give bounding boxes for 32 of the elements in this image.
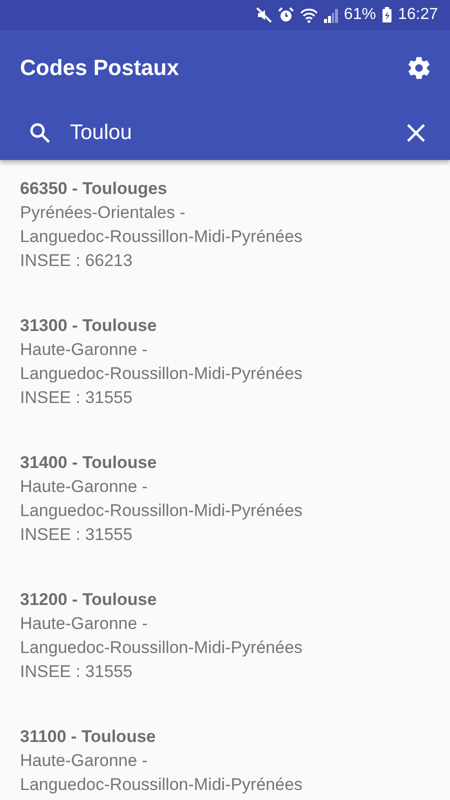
alarm-icon <box>278 7 294 23</box>
region-name: Languedoc-Roussillon-Midi-Pyrénées <box>20 226 304 248</box>
department-name: Haute-Garonne - <box>20 339 149 361</box>
insee-code: INSEE : 31555 <box>20 524 134 546</box>
clock-time: 16:27 <box>398 6 438 24</box>
search-field[interactable]: Toulou <box>0 105 450 160</box>
postal-code-title[interactable]: 31300 - Toulouse <box>20 314 430 338</box>
department-name: Haute-Garonne - <box>20 613 149 635</box>
postal-code-title[interactable]: 31200 - Toulouse <box>20 588 430 612</box>
region-name: Languedoc-Roussillon-Midi-Pyrénées <box>20 363 304 385</box>
region-name: Languedoc-Roussillon-Midi-Pyrénées <box>20 774 304 796</box>
department-name: Haute-Garonne - <box>20 750 149 772</box>
search-query: Toulou <box>70 120 133 144</box>
signal-icon <box>324 8 338 22</box>
region-name: Languedoc-Roussillon-Midi-Pyrénées <box>20 500 304 522</box>
settings-icon[interactable] <box>406 54 432 80</box>
mute-icon <box>256 7 272 23</box>
department-name: Haute-Garonne - <box>20 476 149 498</box>
insee-code: INSEE : 31555 <box>20 661 134 683</box>
app-title: Codes Postaux <box>20 54 179 80</box>
close-icon[interactable] <box>406 122 426 142</box>
department-name: Pyrénées-Orientales - <box>20 202 186 224</box>
battery-percent: 61% <box>344 6 376 24</box>
insee-code: INSEE : 66213 <box>20 250 134 272</box>
postal-code-title[interactable]: 31100 - Toulouse <box>20 725 430 749</box>
wifi-icon <box>300 8 318 22</box>
region-name: Languedoc-Roussillon-Midi-Pyrénées <box>20 637 304 659</box>
battery-charging-icon <box>382 7 392 23</box>
postal-code-title[interactable]: 66350 - Toulouges <box>20 177 430 201</box>
search-icon <box>28 120 52 144</box>
insee-code: INSEE : 31555 <box>20 387 134 409</box>
postal-code-title[interactable]: 31400 - Toulouse <box>20 451 430 475</box>
